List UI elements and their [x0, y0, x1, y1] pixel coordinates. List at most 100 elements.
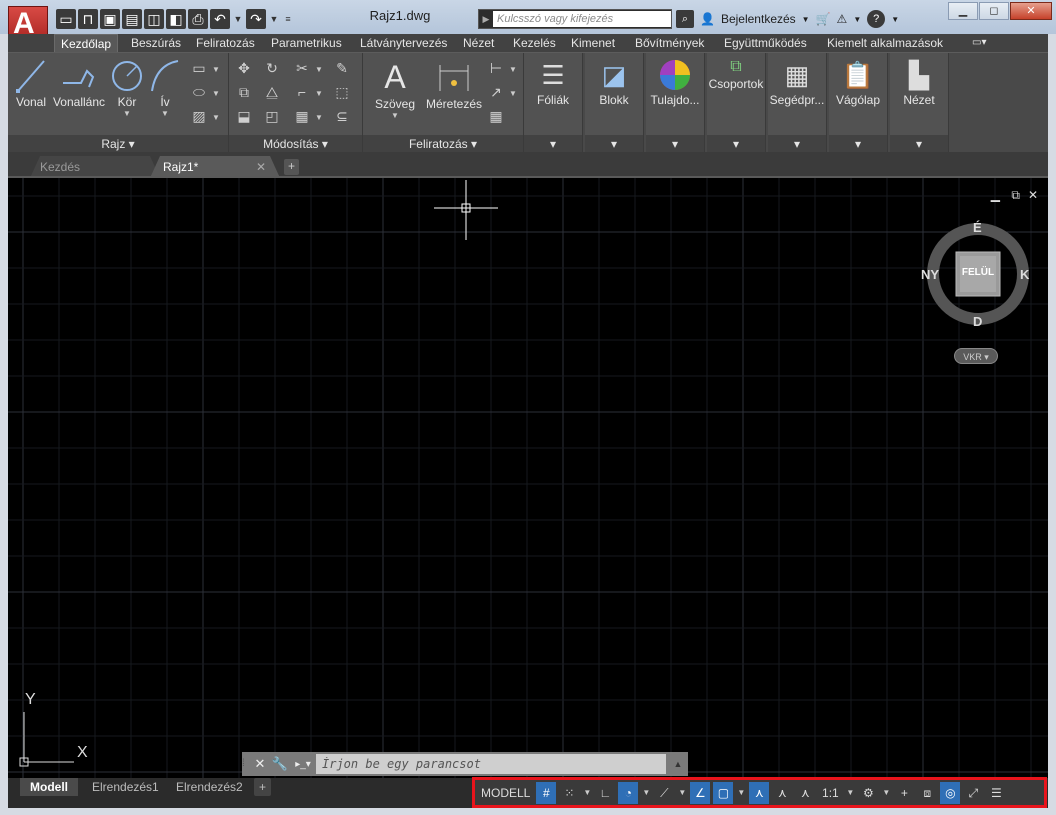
compass-south[interactable]: D	[973, 314, 982, 329]
undo-dropdown-icon[interactable]: ▼	[232, 9, 244, 29]
panel-foliak[interactable]: ☰ Fóliák ▾	[524, 53, 583, 153]
panel-expand[interactable]: ▾	[646, 135, 704, 153]
model-space-button[interactable]: MODELL	[478, 782, 533, 804]
annotation-scale-value[interactable]: 1:1	[818, 782, 842, 804]
panel-title-feliratozas[interactable]: Feliratozás ▾	[363, 135, 523, 153]
tool-kor[interactable]: Kör ▼	[110, 57, 144, 118]
tab-kezdolap[interactable]: Kezdőlap	[54, 34, 119, 53]
panel-tulajdonsagok[interactable]: Tulajdo... ▾	[646, 53, 705, 153]
tab-nezet[interactable]: Nézet	[463, 34, 494, 52]
isodraft-icon[interactable]: ⟋	[654, 782, 674, 804]
panel-expand[interactable]: ▾	[707, 135, 765, 153]
array-icon[interactable]: ▦	[293, 107, 311, 125]
panel-csoportok[interactable]: ⧉ Csoportok ▾	[707, 53, 766, 153]
annotation-visibility-icon[interactable]: ⋏	[749, 781, 770, 804]
tool-iv[interactable]: Ív ▼	[148, 57, 182, 118]
customize-qat-icon[interactable]: ≡	[282, 9, 294, 29]
object-snap-tracking-icon[interactable]: ∠	[690, 781, 711, 804]
chevron-down-icon[interactable]: ▼	[315, 65, 323, 74]
minimize-button[interactable]: ▁	[948, 2, 978, 20]
drawing-canvas[interactable]: ▁ ⧉ ✕	[8, 178, 1048, 778]
tab-kimenet[interactable]: Kimenet	[571, 34, 615, 52]
viewcube[interactable]: É D K NY FELÜL VKR ▾	[920, 217, 1040, 367]
panel-vagolap[interactable]: 📋 Vágólap ▾	[829, 53, 888, 153]
save-as-icon[interactable]: ▤	[122, 9, 142, 29]
tab-parametrikus[interactable]: Parametrikus	[271, 34, 342, 52]
stretch-icon[interactable]: ⬓	[235, 107, 253, 125]
wrench-icon[interactable]: 🔧	[270, 756, 290, 772]
chevron-down-icon[interactable]: ▼	[212, 113, 220, 122]
tool-szoveg[interactable]: A Szöveg ▼	[367, 57, 423, 120]
chevron-down-icon[interactable]: ▼	[509, 65, 517, 74]
leader-icon[interactable]: ↗	[487, 83, 505, 101]
binoculars-icon[interactable]: ⌕	[676, 10, 694, 28]
tab-kiemelt-alkalmazasok[interactable]: Kiemelt alkalmazások	[827, 34, 943, 52]
customize-menu-icon[interactable]: ☰	[986, 782, 1006, 804]
trim-icon[interactable]: ✂	[293, 59, 311, 77]
tab-latvanytervezes[interactable]: Látványtervezés	[360, 34, 447, 52]
cart-icon[interactable]: 🛒	[816, 12, 831, 26]
ellipse-icon[interactable]: ⬭	[190, 83, 208, 101]
ortho-icon[interactable]: ∟	[595, 782, 615, 804]
copy-icon[interactable]: ⧉	[235, 83, 253, 101]
panel-expand[interactable]: ▾	[524, 135, 582, 153]
tab-kezeles[interactable]: Kezelés	[513, 34, 556, 52]
redo-icon[interactable]: ↷	[246, 9, 266, 29]
chevron-down-icon[interactable]: ▼	[212, 65, 220, 74]
panel-expand[interactable]: ▾	[829, 135, 887, 153]
plus-icon[interactable]: +	[894, 782, 914, 804]
chevron-down-icon[interactable]: ▼	[677, 782, 687, 804]
tab-rajz1[interactable]: Rajz1*	[155, 156, 206, 178]
command-history-icon[interactable]: ▲	[668, 759, 688, 769]
grip-handle-icon[interactable]: ⁞	[242, 754, 250, 774]
open-folder-icon[interactable]: ⊓	[78, 9, 98, 29]
chevron-down-icon[interactable]: ▼	[315, 89, 323, 98]
tab-feliratozas[interactable]: Feliratozás	[196, 34, 255, 52]
offset-icon[interactable]: ⊆	[333, 107, 351, 125]
chevron-down-icon[interactable]: ▼	[509, 89, 517, 98]
object-snap-icon[interactable]: ▢	[713, 781, 734, 804]
rectangle-icon[interactable]: ▭	[190, 59, 208, 77]
compass-west[interactable]: NY	[921, 267, 939, 282]
chevron-down-icon[interactable]: ▼	[881, 782, 891, 804]
tool-vonal[interactable]: Vonal	[14, 57, 48, 109]
command-input[interactable]	[316, 754, 666, 774]
save-icon[interactable]: ▣	[100, 9, 120, 29]
panel-expand[interactable]: ▾	[585, 135, 643, 153]
tab-kezdes[interactable]: Kezdés	[32, 156, 88, 178]
chevron-down-icon[interactable]: ▼	[212, 89, 220, 98]
a360-icon[interactable]: ⚠	[837, 12, 848, 26]
tab-egyuttmukodes[interactable]: Együttműködés	[724, 34, 807, 52]
panel-title-rajz[interactable]: Rajz ▾	[8, 135, 228, 153]
panel-blokk[interactable]: ◪ Blokk ▾	[585, 53, 644, 153]
help-icon[interactable]: ?	[867, 10, 886, 28]
maximize-button[interactable]: ◻	[979, 2, 1009, 20]
viewport-close-icon[interactable]: ✕	[1028, 188, 1038, 202]
compass-north[interactable]: É	[973, 220, 982, 235]
chevron-down-icon[interactable]: ▼	[845, 782, 855, 804]
undo-icon[interactable]: ↶	[210, 9, 230, 29]
login-link[interactable]: Bejelentkezés	[721, 12, 796, 26]
hatch-icon[interactable]: ▨	[190, 107, 208, 125]
chevron-down-icon[interactable]: ▼	[736, 782, 746, 804]
web-save-icon[interactable]: ◧	[166, 9, 186, 29]
auto-scale-icon[interactable]: ⋏	[772, 782, 792, 804]
tab-bovitmenyek[interactable]: Bővítmények	[635, 34, 704, 52]
chevron-down-icon[interactable]: ▼	[853, 15, 861, 24]
compass-east[interactable]: K	[1020, 267, 1029, 282]
viewcube-face-top[interactable]: FELÜL	[956, 267, 1000, 278]
hardware-acceleration-icon[interactable]: ◎	[940, 781, 961, 804]
table-icon[interactable]: ▦	[487, 107, 505, 125]
add-layout-icon[interactable]: +	[254, 778, 272, 796]
close-icon[interactable]: ✕	[250, 756, 270, 772]
plot-icon[interactable]: ⎙	[188, 9, 208, 29]
clean-screen-icon[interactable]: ⤢	[963, 782, 983, 804]
close-button[interactable]: ✕	[1010, 2, 1052, 20]
tool-meretezes[interactable]: Méretezés	[425, 57, 483, 111]
tab-modell[interactable]: Modell	[20, 778, 78, 796]
chevron-down-icon[interactable]: ▼	[315, 113, 323, 122]
chevron-down-icon[interactable]: ▼	[802, 15, 810, 24]
tab-elrendezes1[interactable]: Elrendezés1	[82, 778, 169, 796]
panel-expand[interactable]: ▾	[768, 135, 826, 153]
polar-tracking-icon[interactable]: ◔	[618, 781, 639, 804]
